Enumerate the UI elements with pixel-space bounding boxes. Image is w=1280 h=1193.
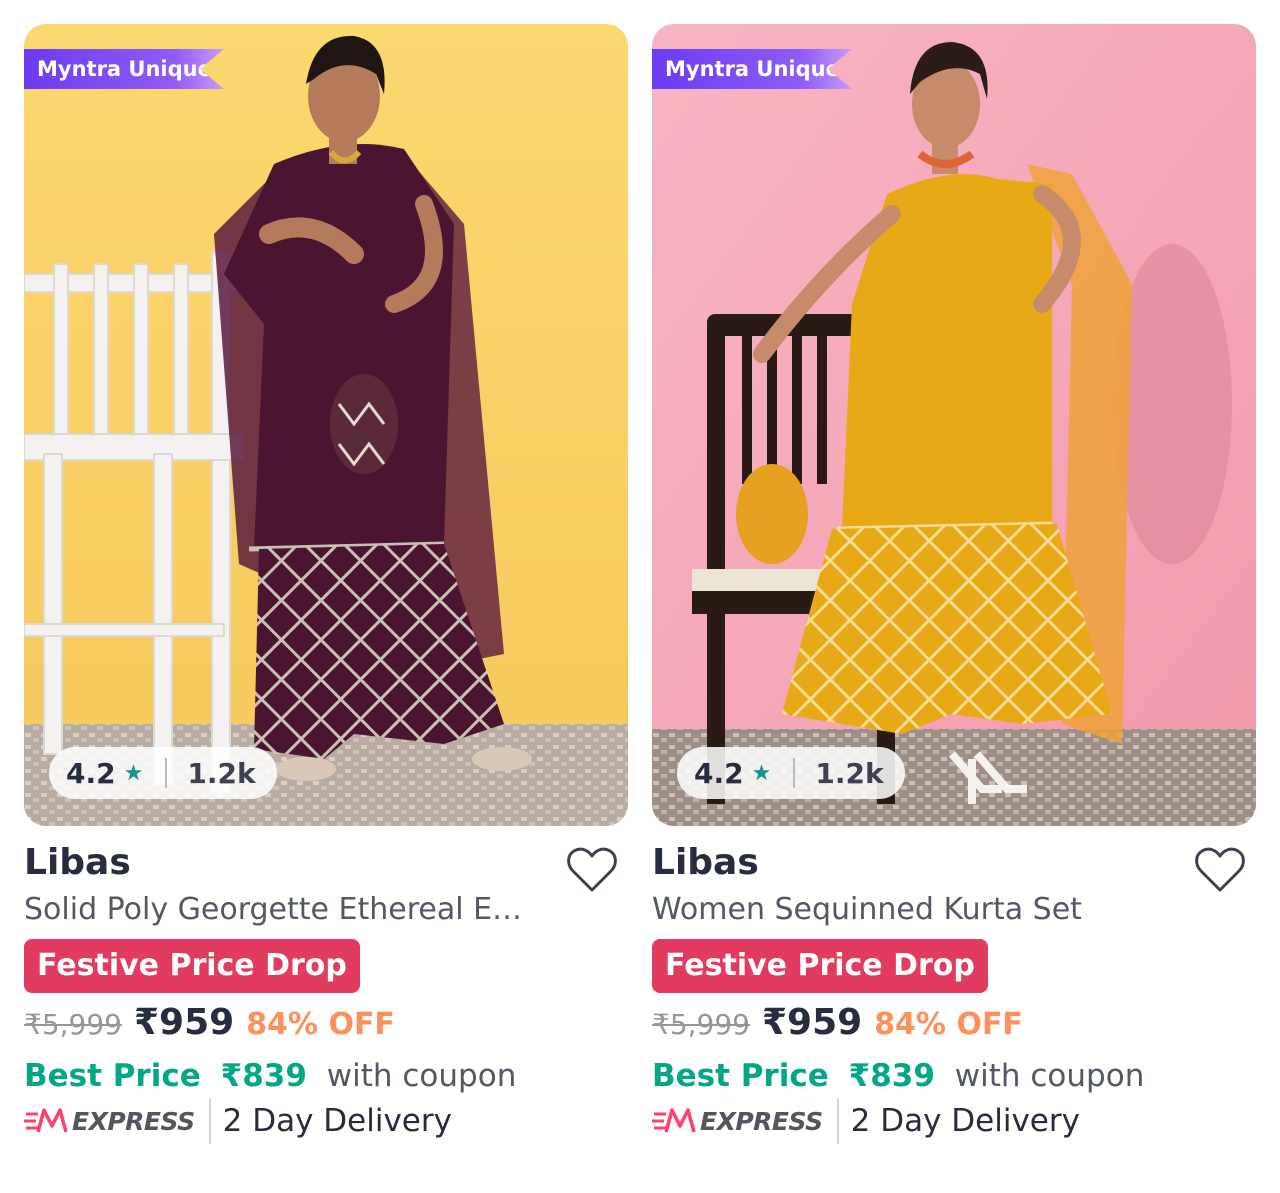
- express-label: EXPRESS: [700, 1106, 823, 1136]
- best-price-value: ₹839: [848, 1058, 935, 1094]
- best-price-row: Best Price ₹839 with coupon: [652, 1058, 1144, 1094]
- heart-icon[interactable]: [1194, 846, 1246, 894]
- best-price-row: Best Price ₹839 with coupon: [24, 1058, 516, 1094]
- delivery-divider: [208, 1098, 211, 1144]
- rating-count: 1.2k: [187, 756, 256, 790]
- myntra-unique-tag: Myntra Unique: [24, 49, 224, 89]
- product-title[interactable]: Women Sequinned Kurta Set: [652, 892, 1152, 927]
- rating-count: 1.2k: [815, 756, 884, 790]
- rating-divider: [793, 758, 796, 788]
- selling-price: ₹959: [761, 1002, 863, 1043]
- best-price-label: Best Price: [652, 1058, 829, 1094]
- promo-badge: Festive Price Drop: [24, 939, 360, 993]
- discount-label: 84% OFF: [874, 1007, 1023, 1042]
- best-price-value: ₹839: [220, 1058, 307, 1094]
- star-icon: ★: [123, 760, 144, 786]
- star-icon: ★: [751, 760, 772, 786]
- selling-price: ₹959: [133, 1002, 235, 1043]
- heart-icon[interactable]: [566, 846, 618, 894]
- delivery-text: 2 Day Delivery: [222, 1103, 452, 1139]
- price-row: ₹5,999 ₹959 84% OFF: [652, 1002, 1023, 1043]
- rating-value: 4.2: [694, 756, 744, 790]
- brand-name[interactable]: Libas: [24, 842, 131, 883]
- product-card[interactable]: Myntra Unique 4.2 ★ 1.2k Libas Women Seq…: [652, 24, 1256, 1144]
- product-image[interactable]: Myntra Unique 4.2 ★ 1.2k: [24, 24, 628, 826]
- coupon-text: with coupon: [326, 1058, 517, 1094]
- product-card[interactable]: Myntra Unique 4.2 ★ 1.2k Libas Solid Pol…: [24, 24, 628, 1144]
- price-row: ₹5,999 ₹959 84% OFF: [24, 1002, 395, 1043]
- express-label: EXPRESS: [72, 1106, 195, 1136]
- delivery-row: EXPRESS 2 Day Delivery: [652, 1096, 1080, 1146]
- best-price-label: Best Price: [24, 1058, 201, 1094]
- myntra-unique-tag: Myntra Unique: [652, 49, 852, 89]
- myntra-m-express-logo: [652, 1108, 696, 1133]
- coupon-text: with coupon: [954, 1058, 1145, 1094]
- mrp-price: ₹5,999: [652, 1008, 750, 1041]
- delivery-row: EXPRESS 2 Day Delivery: [24, 1096, 452, 1146]
- rating-divider: [165, 758, 168, 788]
- brand-name[interactable]: Libas: [652, 842, 759, 883]
- delivery-text: 2 Day Delivery: [850, 1103, 1080, 1139]
- delivery-divider: [836, 1098, 839, 1144]
- mrp-price: ₹5,999: [24, 1008, 122, 1041]
- discount-label: 84% OFF: [246, 1007, 395, 1042]
- promo-badge: Festive Price Drop: [652, 939, 988, 993]
- rating-badge: 4.2 ★ 1.2k: [677, 747, 905, 799]
- product-title[interactable]: Solid Poly Georgette Ethereal E…: [24, 892, 524, 927]
- product-image[interactable]: Myntra Unique 4.2 ★ 1.2k: [652, 24, 1256, 826]
- rating-badge: 4.2 ★ 1.2k: [49, 747, 277, 799]
- rating-value: 4.2: [66, 756, 116, 790]
- product-photo-illustration: [24, 24, 628, 826]
- product-photo-illustration: [652, 24, 1256, 826]
- myntra-m-express-logo: [24, 1108, 68, 1133]
